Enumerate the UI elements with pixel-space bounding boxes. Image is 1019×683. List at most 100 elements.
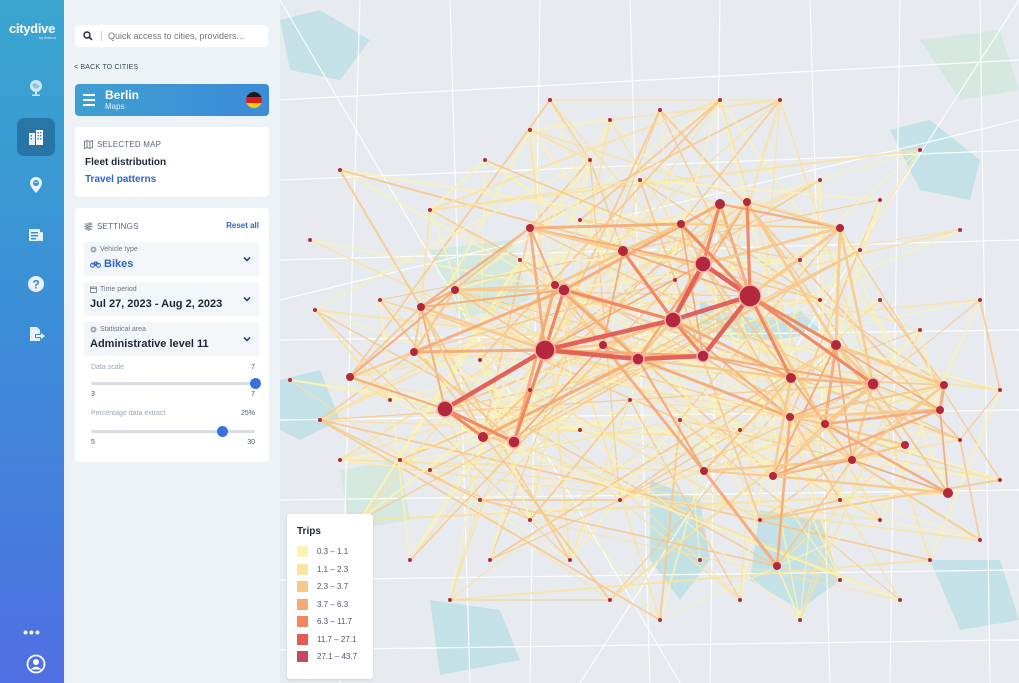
flow-node[interactable] [715,199,725,209]
flow-node[interactable] [743,198,751,206]
app-logo[interactable]: citydive by fluctuo [0,22,64,40]
flow-node[interactable] [618,246,628,256]
vehicle-type-select[interactable]: Vehicle type Bikes [84,242,259,276]
flow-node[interactable] [378,298,382,302]
flow-node[interactable] [928,558,932,562]
flow-node[interactable] [673,278,677,282]
flow-node[interactable] [738,284,762,308]
search-box[interactable] [75,25,268,47]
flow-node[interactable] [700,467,708,475]
flow-node[interactable] [696,349,710,363]
flow-node[interactable] [978,538,982,542]
flow-node[interactable] [798,618,802,622]
flow-node[interactable] [318,418,322,422]
flow-node[interactable] [858,248,862,252]
flow-node[interactable] [346,373,354,381]
flow-node[interactable] [658,618,662,622]
flow-node[interactable] [698,558,702,562]
map-option-travel-patterns[interactable]: Travel patterns [85,174,156,185]
flow-node[interactable] [978,298,982,302]
rail-news-button[interactable] [17,216,55,254]
flow-node[interactable] [958,438,962,442]
flow-node[interactable] [738,598,742,602]
flow-node[interactable] [694,255,712,273]
flow-node[interactable] [898,598,902,602]
flow-node[interactable] [786,373,796,383]
flow-node[interactable] [918,148,922,152]
flow-node[interactable] [918,328,922,332]
flow-node[interactable] [848,456,856,464]
flow-node[interactable] [786,413,794,421]
city-header[interactable]: Berlin Maps [75,84,269,116]
flow-node[interactable] [528,388,532,392]
flow-node[interactable] [943,488,953,498]
flow-node[interactable] [528,518,532,522]
flow-node[interactable] [338,458,342,462]
flow-node[interactable] [417,303,425,311]
flow-node[interactable] [448,598,452,602]
flow-node[interactable] [478,358,482,362]
flow-node[interactable] [838,578,842,582]
search-input[interactable] [101,31,261,41]
rail-export-button[interactable] [17,315,55,353]
flow-node[interactable] [758,518,762,522]
flow-node[interactable] [534,339,556,361]
flow-node[interactable] [410,348,418,356]
flow-node[interactable] [831,340,841,350]
flow-node[interactable] [638,178,642,182]
flow-node[interactable] [568,558,572,562]
flow-node[interactable] [428,208,432,212]
time-period-select[interactable]: Time period Jul 27, 2023 - Aug 2, 2023 [84,282,259,316]
flow-node[interactable] [628,398,632,402]
flow-node[interactable] [798,258,802,262]
flow-node[interactable] [548,98,552,102]
map-option-fleet-distribution[interactable]: Fleet distribution [85,157,166,168]
flow-node[interactable] [588,158,592,162]
flow-node[interactable] [836,224,844,232]
map-canvas[interactable] [280,0,1019,683]
flow-node[interactable] [608,118,612,122]
rail-help-button[interactable]: ? [17,265,55,303]
flow-node[interactable] [557,283,571,297]
flow-node[interactable] [838,498,842,502]
flow-node[interactable] [599,341,607,349]
flow-node[interactable] [878,198,882,202]
flow-node[interactable] [658,108,662,112]
flow-node[interactable] [936,406,944,414]
flow-node[interactable] [528,128,532,132]
statistical-area-select[interactable]: Statistical area Administrative level 11 [84,322,259,356]
flow-node[interactable] [677,220,685,228]
flow-node[interactable] [664,311,682,329]
flow-node[interactable] [483,158,487,162]
rail-location-button[interactable] [17,166,55,204]
flow-node[interactable] [778,98,782,102]
flow-node[interactable] [631,352,645,366]
flow-node[interactable] [878,518,882,522]
flow-node[interactable] [408,558,412,562]
flow-node[interactable] [618,498,622,502]
data-scale-track[interactable] [91,378,261,389]
flow-node[interactable] [901,441,909,449]
flow-node[interactable] [308,238,312,242]
flow-node[interactable] [769,472,777,480]
rail-more-button[interactable]: ••• [0,624,64,640]
flow-node[interactable] [940,381,948,389]
flow-node[interactable] [866,377,880,391]
flow-node[interactable] [518,258,522,262]
rail-profile-button[interactable] [17,645,55,683]
flow-node[interactable] [738,428,742,432]
flow-node[interactable] [488,558,492,562]
flow-node[interactable] [718,98,722,102]
data-scale-handle[interactable] [250,378,261,389]
flow-node[interactable] [773,562,781,570]
flow-node[interactable] [998,478,1002,482]
flow-node[interactable] [878,298,882,302]
flow-node[interactable] [818,178,822,182]
flow-node[interactable] [821,420,829,428]
flow-node[interactable] [578,218,582,222]
flow-node[interactable] [288,378,292,382]
flow-node[interactable] [398,458,402,462]
flow-node[interactable] [678,418,682,422]
rail-cities-button[interactable] [17,118,55,156]
flow-node[interactable] [338,168,342,172]
